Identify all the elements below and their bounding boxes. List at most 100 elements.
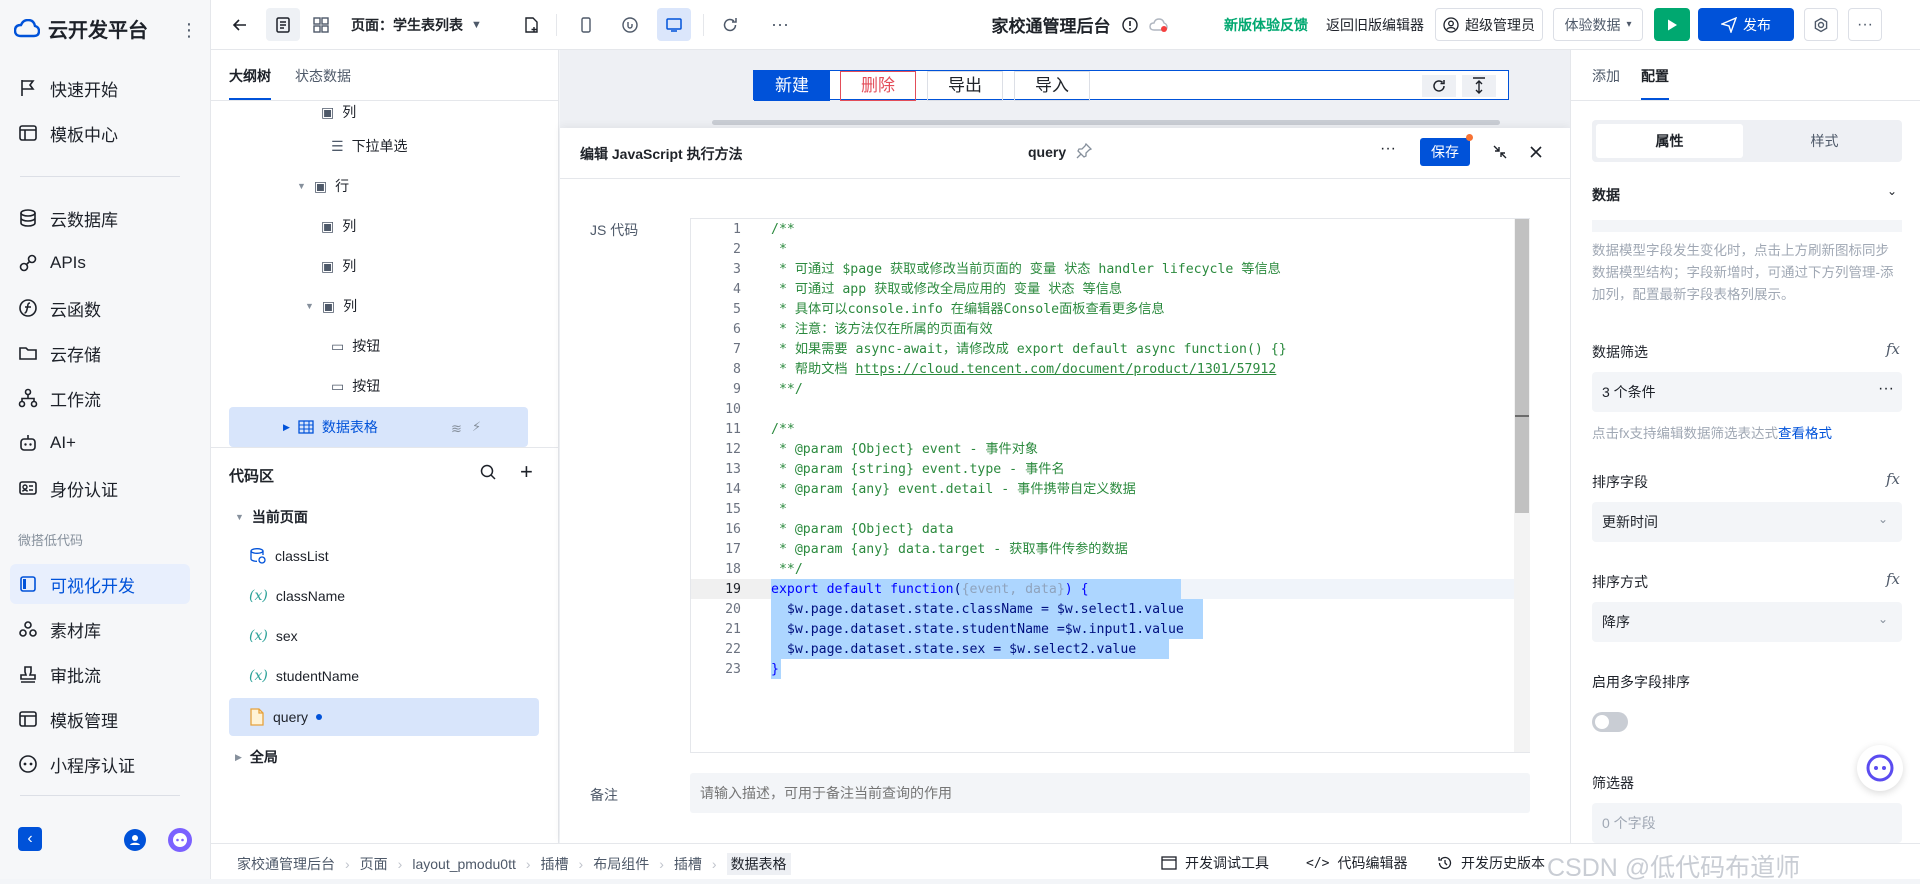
editor-scrollbar-track[interactable] [1514, 219, 1530, 752]
info-icon[interactable] [1118, 8, 1142, 41]
tab-config[interactable]: 配置 [1641, 66, 1669, 86]
nav-database[interactable]: 云数据库 [10, 198, 190, 238]
nav-template-center[interactable]: 模板中心 [10, 113, 190, 153]
back-old-editor-link[interactable]: 返回旧版编辑器 [1319, 8, 1431, 41]
breadcrumb-item[interactable]: 插槽 [541, 854, 569, 874]
mini-program-view-icon[interactable] [613, 8, 647, 41]
mobile-view-icon[interactable] [569, 8, 603, 41]
settings-icon[interactable] [1804, 8, 1838, 41]
horizontal-scrollbar[interactable] [712, 120, 1500, 125]
add-code-icon[interactable]: + [520, 459, 533, 485]
publish-button[interactable]: 发布 [1698, 8, 1794, 41]
editor-more-icon[interactable]: ··· [1380, 140, 1396, 158]
feedback-link[interactable]: 新版体验反馈 [1216, 8, 1316, 41]
nav-cloud-function[interactable]: 云函数 [10, 288, 190, 328]
tab-state-data[interactable]: 状态数据 [295, 66, 351, 86]
table-refresh-icon[interactable] [1422, 75, 1456, 97]
tree-node-dropdown[interactable]: ☰ 下拉单选 [331, 128, 408, 164]
page-list-icon[interactable] [266, 8, 300, 41]
remark-input[interactable] [690, 773, 1530, 813]
nav-quick-start[interactable]: 快速开始 [10, 68, 190, 108]
run-preview-button[interactable] [1654, 8, 1690, 41]
nav-cloud-storage[interactable]: 云存储 [10, 333, 190, 373]
tree-node-column[interactable]: ▣ 列 [321, 248, 356, 284]
dev-tools-button[interactable]: 开发调试工具 [1161, 853, 1269, 873]
data-section-title[interactable]: 数据 [1592, 185, 1620, 205]
more-icon[interactable]: ··· [1878, 380, 1894, 398]
nav-auth[interactable]: 身份认证 [10, 468, 190, 508]
new-button[interactable]: 新建 [754, 71, 830, 101]
breadcrumb-item[interactable]: 布局组件 [593, 854, 649, 874]
nav-materials[interactable]: 素材库 [10, 609, 190, 649]
nav-visual-dev[interactable]: 可视化开发 [10, 564, 190, 604]
collapse-nav-icon[interactable]: ‹ [18, 827, 42, 851]
editor-scrollbar-thumb[interactable] [1515, 219, 1529, 513]
nav-mini-program-auth[interactable]: 小程序认证 [10, 744, 190, 784]
breadcrumb-item[interactable]: 家校通管理后台 [237, 854, 335, 874]
breadcrumb-item[interactable]: 页面 [360, 854, 388, 874]
layout-icon[interactable] [304, 8, 338, 41]
code-item-studentName[interactable]: (x) studentName [229, 657, 539, 695]
brand[interactable]: 云开发平台 [14, 14, 148, 43]
close-icon[interactable] [1528, 144, 1544, 160]
tree-node-column[interactable]: ▼ ▣ 列 [305, 288, 357, 324]
filter-conditions-box[interactable]: 3 个条件 ··· [1592, 372, 1902, 412]
ai-assistant-button[interactable] [1857, 745, 1903, 791]
more-horizontal-icon[interactable]: ··· [763, 8, 797, 41]
code-editor[interactable]: 1 /** 2 * 3 * 可通过 $page 获取或修改当前页面的 变量 状态 ha… [690, 218, 1530, 753]
subtab-property[interactable]: 属性 [1596, 124, 1743, 158]
tree-node-button[interactable]: ▭ 按钮 [331, 328, 380, 364]
sort-order-select[interactable]: 降序 ⌄ [1592, 602, 1902, 642]
fx-icon[interactable]: fx [1886, 570, 1900, 588]
breadcrumb-item[interactable]: 数据表格 [726, 853, 791, 875]
more-menu-icon[interactable]: ··· [1848, 8, 1882, 41]
tree-node-row[interactable]: ▼ ▣ 行 [297, 168, 349, 204]
search-icon[interactable] [479, 463, 497, 481]
code-item-className[interactable]: (x) className [229, 577, 539, 615]
tree-node-column[interactable]: ▣ 列 [321, 102, 356, 122]
collapse-editor-icon[interactable] [1492, 144, 1508, 160]
data-env-select[interactable]: 体验数据 ▾ [1553, 8, 1643, 41]
nav-apis[interactable]: APIs [10, 243, 190, 283]
nav-template-manage[interactable]: 模板管理 [10, 699, 190, 739]
code-item-query[interactable]: query [229, 698, 539, 736]
code-editor-button[interactable]: </> 代码编辑器 [1306, 853, 1407, 873]
delete-button[interactable]: 删除 [840, 71, 916, 101]
breadcrumb-item[interactable]: 插槽 [674, 854, 702, 874]
tree-node-column[interactable]: ▣ 列 [321, 208, 356, 244]
refresh-icon[interactable] [713, 8, 747, 41]
tree-node-data-table[interactable] [229, 407, 528, 447]
more-vertical-icon[interactable]: ⋮ [180, 20, 198, 41]
history-button[interactable]: 开发历史版本 [1437, 853, 1545, 873]
fx-icon[interactable]: fx [1886, 340, 1900, 358]
back-arrow-icon[interactable] [225, 8, 255, 41]
nav-workflow[interactable]: 工作流 [10, 378, 190, 418]
desktop-view-icon[interactable] [657, 8, 691, 41]
code-item-classList[interactable]: classList [229, 537, 539, 575]
tab-add[interactable]: 添加 [1592, 66, 1620, 86]
subtab-style[interactable]: 样式 [1751, 124, 1898, 158]
save-button[interactable]: 保存 [1420, 138, 1470, 166]
chevron-down-icon[interactable]: ⌄ [1887, 184, 1897, 198]
table-height-icon[interactable] [1462, 75, 1496, 97]
global-group[interactable]: ▶ 全局 [235, 739, 278, 775]
pin-icon[interactable] [1076, 143, 1092, 159]
view-format-link[interactable]: 查看格式 [1778, 426, 1832, 441]
tree-node-button[interactable]: ▭ 按钮 [331, 368, 380, 404]
page-selector[interactable]: 页面：学生表列表 ▼ [351, 8, 501, 41]
sort-field-select[interactable]: 更新时间 ⌄ [1592, 502, 1902, 542]
filterer-box[interactable]: 0 个字段 [1592, 803, 1902, 843]
multi-sort-toggle[interactable] [1592, 712, 1628, 732]
user-avatar-icon[interactable] [124, 829, 146, 851]
tab-outline[interactable]: 大纲树 [229, 66, 271, 86]
current-page-group[interactable]: ▼ 当前页面 [235, 499, 308, 535]
help-doc-link[interactable]: https://cloud.tencent.com/document/produ… [856, 362, 1277, 377]
import-button[interactable]: 导入 [1014, 71, 1090, 101]
add-page-icon[interactable] [516, 8, 546, 41]
nav-approval[interactable]: 审批流 [10, 654, 190, 694]
export-button[interactable]: 导出 [927, 71, 1003, 101]
admin-role-button[interactable]: 超级管理员 [1435, 8, 1543, 41]
assistant-icon[interactable] [168, 828, 192, 852]
breadcrumb-item[interactable]: layout_pmodu0tt [412, 856, 516, 872]
code-item-sex[interactable]: (x) sex [229, 617, 539, 655]
